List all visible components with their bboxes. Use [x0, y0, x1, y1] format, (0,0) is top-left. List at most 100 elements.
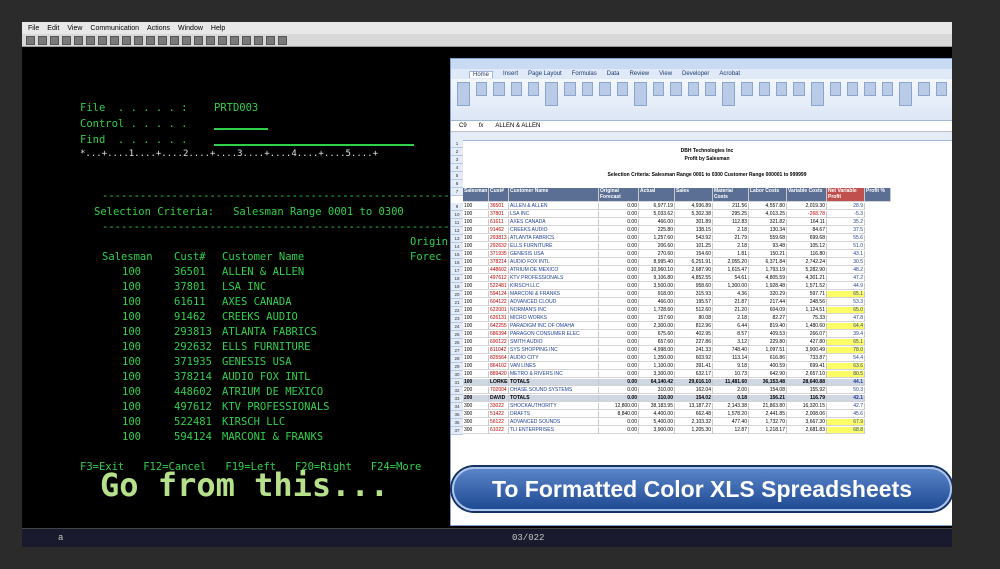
cell-n[interactable]: PARAGON CONSUMER ELEC: [509, 331, 599, 338]
ribbon-button-icon[interactable]: [918, 82, 930, 96]
toolbar-button-icon[interactable]: [26, 35, 35, 45]
cell-c[interactable]: 626131: [489, 315, 509, 322]
cell-value[interactable]: 662.48: [675, 411, 713, 418]
cell-value[interactable]: 65.1: [827, 291, 865, 298]
row-number[interactable]: 25: [451, 331, 463, 339]
cell-value[interactable]: 0.00: [599, 275, 639, 282]
cell-value[interactable]: 11,481.60: [713, 379, 749, 386]
row-number[interactable]: 13: [451, 235, 463, 243]
ribbon-button-icon[interactable]: [687, 82, 699, 96]
cell-s[interactable]: 300: [463, 419, 489, 426]
cell-value[interactable]: 2,681.83: [787, 427, 827, 434]
row-number[interactable]: 31: [451, 379, 463, 387]
cell-value[interactable]: 266.07: [787, 331, 827, 338]
cell-value[interactable]: 0.00: [599, 315, 639, 322]
table-row[interactable]: 100 811042 SYS SHOPPING INC 0.00 4,998.00 241…: [463, 347, 951, 354]
cell-value[interactable]: 315.93: [675, 291, 713, 298]
menu-item[interactable]: File: [28, 25, 39, 32]
cell-value[interactable]: 819.40: [749, 323, 787, 330]
find-input[interactable]: [214, 144, 414, 146]
row-number[interactable]: 2: [451, 148, 463, 156]
ribbon-button-icon[interactable]: [670, 82, 682, 96]
table-row[interactable]: 100 889420 METRO & RIVERS INC 0.00 3,300.00 6…: [463, 371, 951, 378]
toolbar-button-icon[interactable]: [206, 35, 215, 45]
cell-value[interactable]: 130.34: [749, 227, 787, 234]
menu-item[interactable]: Actions: [147, 25, 170, 32]
cell-value[interactable]: 37.5: [827, 227, 865, 234]
toolbar-button-icon[interactable]: [50, 35, 59, 45]
row-number[interactable]: 28: [451, 355, 463, 363]
cell-s[interactable]: 100: [463, 219, 489, 226]
cell-value[interactable]: 0.00: [599, 203, 639, 210]
ribbon-button-icon[interactable]: [652, 82, 665, 96]
cell-value[interactable]: 0.00: [599, 331, 639, 338]
cell-value[interactable]: 6,251.91: [675, 259, 713, 266]
cell-value[interactable]: 0.00: [599, 387, 639, 394]
cell-value[interactable]: 54.61: [713, 275, 749, 282]
cell-c[interactable]: 61022: [489, 427, 509, 434]
cell-value[interactable]: 9.18: [713, 363, 749, 370]
row-number[interactable]: 11: [451, 219, 463, 227]
header-cell[interactable]: Profit %: [865, 188, 891, 202]
cell-n[interactable]: PARADIGM INC OF OMAHA: [509, 323, 599, 330]
cell-value[interactable]: 157.60: [639, 315, 675, 322]
cell-value[interactable]: 295.25: [713, 211, 749, 218]
row-number[interactable]: 27: [451, 347, 463, 355]
cell-value[interactable]: 162.04: [675, 387, 713, 394]
cell-n[interactable]: CREEKS AUDIO: [509, 227, 599, 234]
row-number[interactable]: 29: [451, 363, 463, 371]
cell-value[interactable]: 47.8: [827, 315, 865, 322]
cell-value[interactable]: 1,928.48: [749, 283, 787, 290]
cell-value[interactable]: 229.80: [749, 339, 787, 346]
ribbon-button-icon[interactable]: [881, 82, 894, 96]
cell-c[interactable]: 36501: [489, 203, 509, 210]
cell-s[interactable]: 100: [463, 371, 489, 378]
cell-c[interactable]: 51422: [489, 411, 509, 418]
toolbar-button-icon[interactable]: [134, 35, 143, 45]
cell-value[interactable]: 1,615.47: [713, 267, 749, 274]
ribbon-button-icon[interactable]: [581, 82, 594, 96]
cell-value[interactable]: 400.59: [749, 363, 787, 370]
cell-value[interactable]: 0.00: [599, 219, 639, 226]
cell-value[interactable]: 84.67: [787, 227, 827, 234]
cell-s[interactable]: 300: [463, 403, 489, 410]
cell-value[interactable]: 116.79: [787, 395, 827, 402]
cell-c[interactable]: 686394: [489, 331, 509, 338]
cell-value[interactable]: 38,183.95: [639, 403, 675, 410]
cell-value[interactable]: 320.29: [749, 291, 787, 298]
header-cell[interactable]: Labor Costs: [749, 188, 787, 202]
table-row[interactable]: 100 626131 MICRO WORKS 0.00 157.60 80.08 2.18 8…: [463, 315, 951, 322]
cell-value[interactable]: 206.60: [639, 243, 675, 250]
cell-c[interactable]: DAVID: [489, 395, 509, 402]
cell-n[interactable]: AUDIO FOX INTL: [509, 259, 599, 266]
cell-s[interactable]: 100: [463, 291, 489, 298]
row-number[interactable]: 1: [451, 140, 463, 148]
cell-value[interactable]: 603.92: [675, 355, 713, 362]
cell-value[interactable]: 616.86: [749, 355, 787, 362]
cell-value[interactable]: 21.87: [713, 299, 749, 306]
table-row[interactable]: 100 61611 AXES CANADA 0.00 466.00 301.89 112.8…: [463, 219, 951, 226]
cell-value[interactable]: 2,019.30: [787, 203, 827, 210]
cell-value[interactable]: 4,805.59: [749, 275, 787, 282]
cell-s[interactable]: 100: [463, 235, 489, 242]
ribbon-button-icon[interactable]: [475, 82, 488, 96]
menu-item[interactable]: Help: [211, 25, 225, 32]
toolbar-button-icon[interactable]: [170, 35, 179, 45]
cell-value[interactable]: 12,800.00: [599, 403, 639, 410]
header-cell[interactable]: Salesman: [463, 188, 489, 202]
cell-value[interactable]: 80.08: [675, 315, 713, 322]
cell-value[interactable]: 1,793.19: [749, 267, 787, 274]
cell-value[interactable]: 0.00: [599, 235, 639, 242]
cell-n[interactable]: SYS SHOPPING INC: [509, 347, 599, 354]
cell-value[interactable]: 65.0: [827, 307, 865, 314]
cell-s[interactable]: 100: [463, 243, 489, 250]
ribbon-button-icon[interactable]: [510, 82, 523, 96]
ribbon-button-icon[interactable]: [847, 82, 859, 96]
menu-item[interactable]: Communication: [90, 25, 139, 32]
row-number[interactable]: 15: [451, 251, 463, 259]
ribbon-button-icon[interactable]: [793, 82, 805, 96]
ribbon-button-icon[interactable]: [758, 82, 770, 96]
cell-c[interactable]: 37801: [489, 211, 509, 218]
cell-value[interactable]: 3,900.49: [787, 347, 827, 354]
ribbon-button-icon[interactable]: [864, 82, 876, 96]
